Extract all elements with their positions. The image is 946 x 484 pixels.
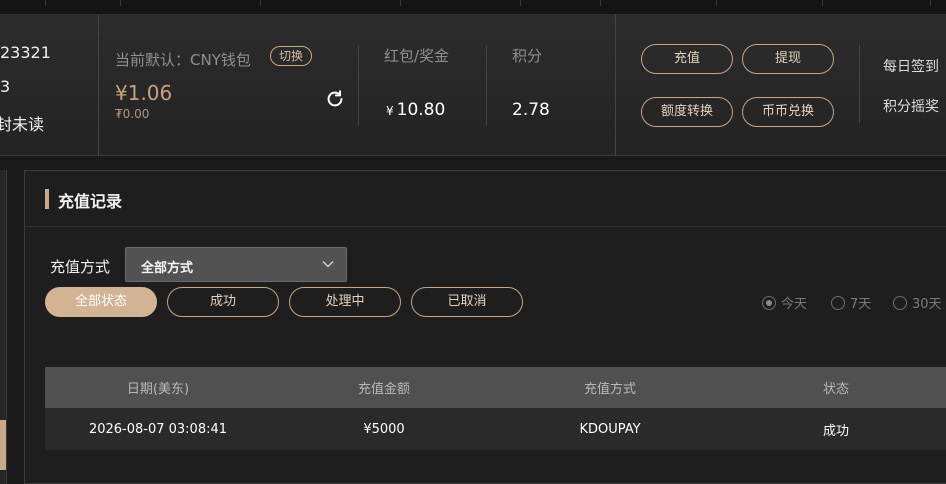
refresh-icon[interactable] [324,88,346,110]
bonus-value: ¥10.80 [386,100,446,120]
divider [615,15,616,156]
range-30-days[interactable]: 30天 [893,293,942,312]
divider [486,45,487,125]
cell-method: KDOUPAY [579,421,641,437]
method-select-value: 全部方式 [141,261,194,276]
switch-wallet-button[interactable]: 切换 [270,46,312,66]
wallet-balance: ¥1.06 [115,81,173,105]
column-header-amount: 充值金额 [357,382,410,397]
cell-status: 成功 [822,423,849,439]
method-filter-label: 充值方式 [50,258,111,276]
divider [98,15,99,156]
bonus-label: 红包/奖金 [384,47,450,65]
status-filter-processing[interactable]: 处理中 [289,287,401,317]
quota-transfer-button[interactable]: 额度转换 [641,97,733,127]
points-lottery-link[interactable]: 积分摇奖 [883,96,939,116]
cell-amount: ¥5000 [363,421,405,437]
coin-exchange-button[interactable]: 币币兑换 [742,97,834,127]
points-value: 2.78 [512,100,550,120]
user-level: 3 [0,77,11,96]
range-7-days[interactable]: 7天 [831,293,871,312]
status-filter-all[interactable]: 全部状态 [45,287,157,317]
radio-selected-icon [762,296,776,310]
divider [25,226,946,227]
wallet-balance-usdt: ₮0.00 [115,107,150,121]
radio-icon [893,296,907,310]
column-header-date: 日期(美东) [126,382,190,397]
status-filter-success[interactable]: 成功 [167,287,279,317]
title-accent-bar [45,189,49,209]
user-id: 23321 [0,43,51,62]
side-nav-edge [0,170,7,484]
status-filter-cancelled[interactable]: 已取消 [411,287,523,317]
radio-icon [831,296,845,310]
cell-date: 2026-08-07 03:08:41 [88,421,228,437]
deposit-button[interactable]: 充值 [641,44,733,74]
points-label: 积分 [512,47,543,65]
range-today[interactable]: 今天 [762,293,807,312]
chevron-down-icon [322,260,334,268]
table-row: 2026-08-07 03:08:41 ¥5000 KDOUPAY 成功 [45,408,946,450]
column-header-status: 状态 [822,382,849,397]
side-nav-active-marker [0,420,6,470]
page-title: 充值记录 [58,192,123,211]
column-header-method: 充值方式 [583,382,636,397]
account-header: 23321 3 封未读 当前默认：CNY钱包 切换 ¥1.06 ₮0.00 红包… [0,15,946,156]
deposit-records-panel: 充值记录 充值方式 全部方式 全部状态 成功 处理中 已取消 今天 7天 30天… [24,170,946,484]
default-wallet-label: 当前默认：CNY钱包 [115,51,251,69]
daily-signin-link[interactable]: 每日签到 [883,56,939,76]
table-header: 日期(美东) 充值金额 充值方式 状态 [45,367,946,408]
unread-messages[interactable]: 封未读 [0,111,44,135]
withdraw-button[interactable]: 提现 [742,44,834,74]
method-select[interactable]: 全部方式 [125,247,347,282]
divider [859,45,860,123]
top-strip [0,0,946,15]
divider [358,45,359,125]
deposit-records-table: 日期(美东) 充值金额 充值方式 状态 2026-08-07 03:08:41 … [45,367,946,450]
